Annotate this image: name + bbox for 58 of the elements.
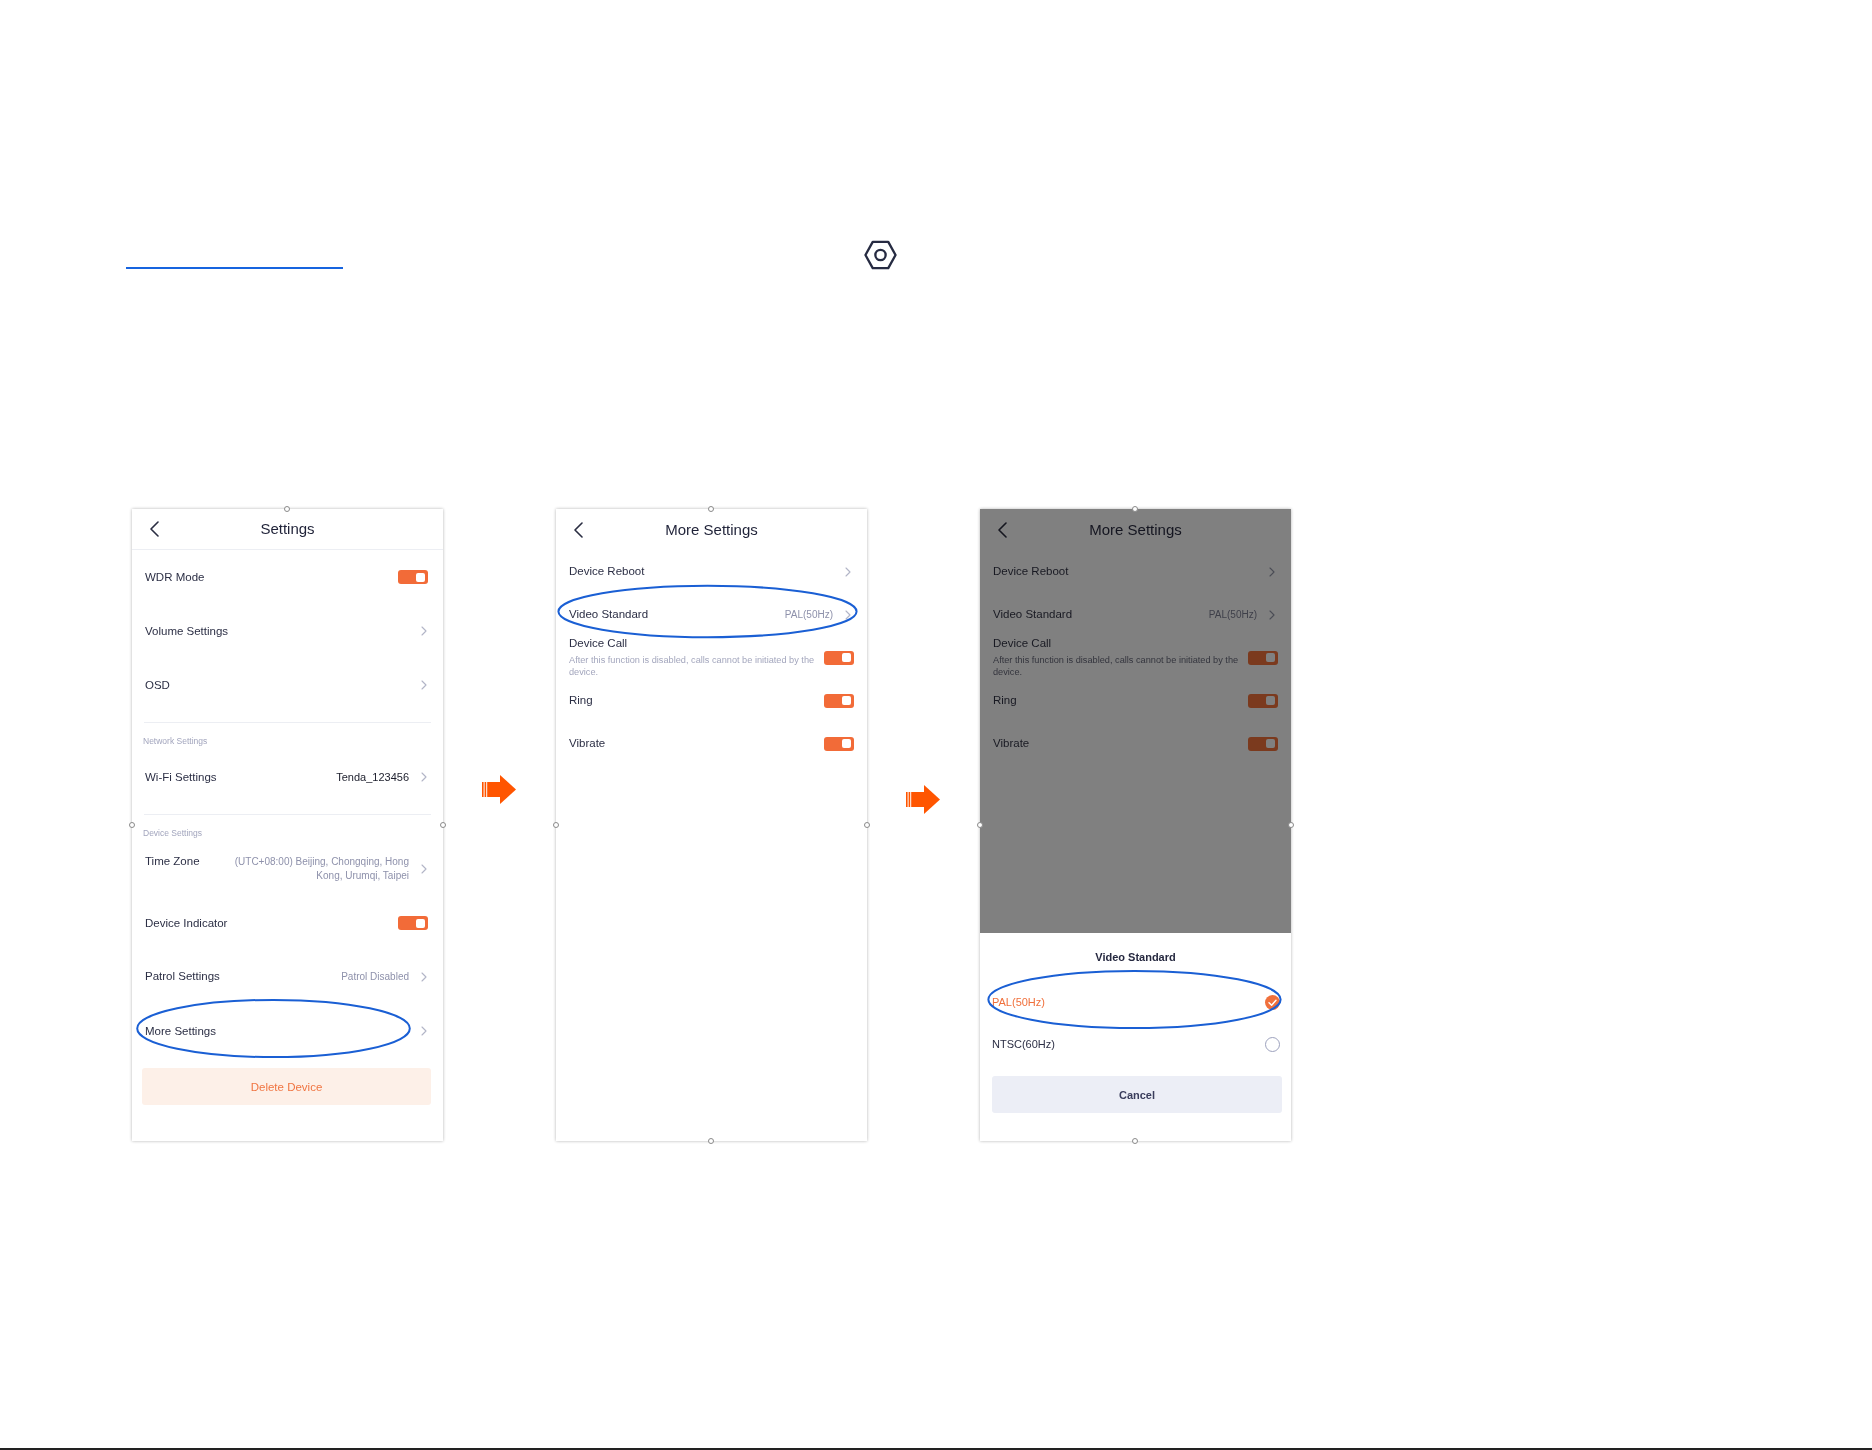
chevron-right-icon — [421, 626, 427, 636]
toggle-switch[interactable] — [824, 736, 854, 751]
back-icon[interactable] — [150, 521, 159, 537]
row-label[interactable]: WDR Mode — [145, 570, 205, 584]
row-label[interactable]: Time Zone — [145, 855, 200, 868]
toggle-switch[interactable] — [1248, 736, 1278, 751]
screen-title: Settings — [260, 520, 315, 538]
chevron-right-icon — [421, 680, 427, 690]
row-description: After this function is disabled, calls cannot be initiated by the device. — [569, 654, 815, 678]
chevron-right-icon — [421, 972, 427, 982]
row-label[interactable]: Vibrate — [993, 737, 1030, 750]
screen-title: More Settings — [665, 520, 758, 539]
row-label[interactable]: Ring — [993, 694, 1017, 707]
row-value: PAL(50Hz) — [1208, 607, 1257, 622]
row-value: (UTC+08:00) Beijing, Chongqing, Hong Kong, Urumqi, Taipei — [233, 855, 409, 883]
toggle-switch[interactable] — [1248, 650, 1278, 665]
row-label[interactable]: Vibrate — [569, 737, 606, 750]
row-label[interactable]: OSD — [145, 678, 170, 692]
arrow-right-icon — [906, 785, 940, 814]
sheet-title: Video Standard — [1094, 950, 1177, 965]
row-label[interactable]: More Settings — [145, 1024, 216, 1038]
chevron-right-icon — [421, 772, 427, 782]
row-value: Patrol Disabled — [341, 970, 409, 984]
toggle-switch[interactable] — [1248, 693, 1278, 708]
row-label[interactable]: Device Reboot — [569, 565, 645, 578]
row-description: After this function is disabled, calls cannot be initiated by the device. — [993, 654, 1239, 678]
row-value: PAL(50Hz) — [784, 607, 833, 622]
row-label[interactable]: Patrol Settings — [145, 970, 220, 983]
check-icon[interactable] — [1265, 994, 1280, 1010]
section-label: Device Settings — [143, 828, 204, 838]
toggle-switch[interactable] — [398, 570, 428, 584]
row-label[interactable]: Video Standard — [569, 607, 649, 621]
option-label[interactable]: NTSC(60Hz) — [992, 1038, 1055, 1051]
chevron-right-icon — [1269, 609, 1275, 620]
row-value: Tenda_123456 — [336, 770, 409, 784]
arrow-right-icon — [482, 775, 516, 804]
row-label[interactable]: Wi-Fi Settings — [145, 771, 217, 784]
row-label[interactable]: Device Call — [569, 637, 815, 650]
row-label[interactable]: Device Call — [993, 637, 1239, 650]
row-label[interactable]: Device Indicator — [145, 916, 228, 930]
chevron-right-icon — [421, 864, 427, 874]
toggle-switch[interactable] — [824, 693, 854, 708]
chevron-right-icon — [845, 609, 851, 620]
row-label[interactable]: Ring — [569, 694, 593, 707]
chevron-right-icon — [421, 1026, 427, 1036]
chevron-right-icon — [1269, 566, 1275, 577]
back-icon[interactable] — [574, 521, 583, 538]
row-label[interactable]: Device Reboot — [993, 565, 1069, 578]
cancel-button[interactable]: Cancel — [992, 1076, 1282, 1113]
row-label[interactable]: Video Standard — [993, 607, 1073, 621]
toggle-switch[interactable] — [824, 650, 854, 665]
radio-icon[interactable] — [1265, 1037, 1280, 1052]
settings-icon — [864, 240, 897, 270]
chevron-right-icon — [845, 566, 851, 577]
section-label: Network Settings — [143, 736, 209, 746]
screen-title: More Settings — [1089, 520, 1182, 539]
row-label[interactable]: Volume Settings — [145, 624, 229, 638]
toggle-switch[interactable] — [398, 916, 428, 930]
